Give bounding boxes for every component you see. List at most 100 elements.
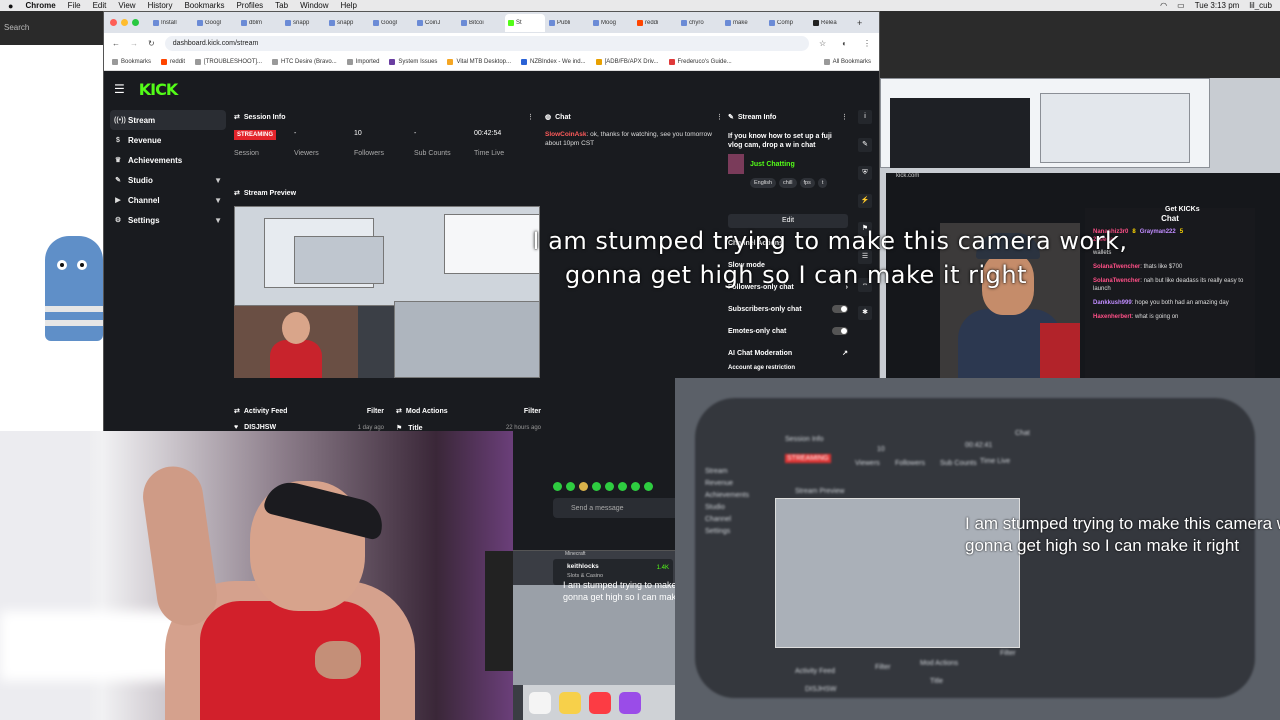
menubar-item-view[interactable]: View bbox=[118, 1, 135, 10]
battery-icon[interactable]: ▭ bbox=[1177, 1, 1185, 10]
emotes-only-toggle[interactable] bbox=[832, 327, 848, 335]
feed-row[interactable]: ♥ DISJHSW 1 day ago bbox=[234, 424, 384, 431]
kick-logo[interactable]: KICK bbox=[139, 80, 178, 99]
emote-icon[interactable] bbox=[592, 482, 601, 491]
chat-username: Haxenherbert bbox=[1093, 314, 1132, 320]
browser-tab[interactable]: Publi bbox=[549, 19, 589, 26]
filter-button[interactable]: Filter bbox=[524, 408, 541, 415]
forward-icon[interactable]: → bbox=[130, 39, 138, 48]
wrench-icon[interactable]: ✱ bbox=[858, 306, 872, 320]
tab-label: Publi bbox=[557, 19, 571, 26]
bookmark-item[interactable]: System Issues bbox=[389, 59, 437, 65]
chat-username[interactable]: SlowCoinAsk bbox=[545, 131, 587, 138]
all-bookmarks[interactable]: All Bookmarks bbox=[823, 59, 871, 65]
close-window-icon[interactable] bbox=[110, 19, 117, 26]
menubar-clock[interactable]: Tue 3:13 pm bbox=[1195, 1, 1240, 10]
browser-tab[interactable]: Googl bbox=[197, 19, 237, 26]
chevron-down-icon[interactable]: ▼ bbox=[214, 176, 222, 185]
browser-tab[interactable]: Moog bbox=[593, 19, 633, 26]
lightning-icon[interactable]: ⚡ bbox=[858, 194, 872, 208]
sidebar-item-studio[interactable]: ✎ Studio ▼ bbox=[110, 170, 226, 190]
desktop-search[interactable]: Search bbox=[0, 11, 103, 45]
menubar-item-history[interactable]: History bbox=[148, 1, 173, 10]
more-options-icon[interactable]: ⋮ bbox=[716, 113, 723, 121]
ai-moderation-row[interactable]: AI Chat Moderation ↗ bbox=[728, 342, 848, 364]
emote-icon[interactable] bbox=[631, 482, 640, 491]
menubar-item-bookmarks[interactable]: Bookmarks bbox=[184, 1, 224, 10]
menubar-item-file[interactable]: File bbox=[68, 1, 81, 10]
menubar-item-help[interactable]: Help bbox=[341, 1, 357, 10]
emote-icon[interactable] bbox=[553, 482, 562, 491]
bookmark-item[interactable]: Vital MTB Desktop... bbox=[447, 59, 511, 65]
menubar-app-name[interactable]: Chrome bbox=[25, 1, 55, 10]
menubar-user[interactable]: lil_cub bbox=[1249, 1, 1272, 10]
browser-tab[interactable]: Install bbox=[153, 19, 193, 26]
minimize-window-icon[interactable] bbox=[121, 19, 128, 26]
bookmark-item[interactable]: NZBIndex - We ind... bbox=[521, 59, 586, 65]
reload-icon[interactable]: ↻ bbox=[148, 39, 155, 48]
subscribers-only-toggle[interactable] bbox=[832, 305, 848, 313]
more-options-icon[interactable]: ⋮ bbox=[841, 113, 848, 121]
external-link-icon[interactable]: ↗ bbox=[842, 349, 848, 357]
sidebar-item-achievements[interactable]: ♛ Achievements bbox=[110, 150, 226, 170]
maximize-window-icon[interactable] bbox=[132, 19, 139, 26]
browser-tab[interactable]: snapp bbox=[329, 19, 369, 26]
emote-icon[interactable] bbox=[566, 482, 575, 491]
browser-tab[interactable]: Bitcoi bbox=[461, 19, 501, 26]
bookmark-item[interactable]: Bookmarks bbox=[112, 59, 151, 65]
bookmark-item[interactable]: reddit bbox=[161, 59, 185, 65]
category-name[interactable]: Just Chatting bbox=[750, 161, 795, 168]
apple-menu-icon[interactable]: ● bbox=[8, 1, 13, 11]
filter-button[interactable]: Filter bbox=[367, 408, 384, 415]
sidebar-item-stream[interactable]: ((•)) Stream bbox=[110, 110, 226, 130]
sidebar-item-channel[interactable]: ▶ Channel ▼ bbox=[110, 190, 226, 210]
menubar-item-edit[interactable]: Edit bbox=[93, 1, 107, 10]
chevron-down-icon[interactable]: ▼ bbox=[214, 216, 222, 225]
chevron-down-icon[interactable]: ▼ bbox=[214, 196, 222, 205]
wifi-icon[interactable]: ◠ bbox=[1160, 1, 1167, 10]
emote-icon[interactable] bbox=[644, 482, 653, 491]
browser-tab[interactable]: CoinJ bbox=[417, 19, 457, 26]
browser-tab[interactable]: Relea bbox=[813, 19, 853, 26]
url-field[interactable]: dashboard.kick.com/stream bbox=[164, 36, 809, 51]
notes-icon[interactable] bbox=[529, 691, 551, 714]
bookmark-star-icon[interactable]: ☆ bbox=[819, 39, 826, 48]
shield-icon[interactable]: ⛨ bbox=[858, 166, 872, 180]
new-tab-icon[interactable]: + bbox=[857, 18, 862, 28]
browser-tab[interactable]: chyro bbox=[681, 19, 721, 26]
info-icon[interactable]: i bbox=[858, 110, 872, 124]
browser-tab[interactable]: Googl bbox=[373, 19, 413, 26]
browser-tab[interactable]: make bbox=[725, 19, 765, 26]
menu-kebab-icon[interactable]: ⋮ bbox=[863, 39, 871, 48]
bookmark-item[interactable]: [TROUBLESHOOT]... bbox=[195, 59, 262, 65]
sidebar-item-revenue[interactable]: $ Revenue bbox=[110, 130, 226, 150]
menubar-item-window[interactable]: Window bbox=[300, 1, 328, 10]
podcasts-icon[interactable] bbox=[619, 691, 641, 714]
stickies-icon[interactable] bbox=[559, 691, 581, 714]
emote-icon[interactable] bbox=[579, 482, 588, 491]
bookmark-item[interactable]: [ADB/FB/APX Driv... bbox=[595, 59, 659, 65]
chat-message-input[interactable]: Send a message bbox=[553, 498, 683, 518]
browser-tab[interactable]: reddi bbox=[637, 19, 677, 26]
bookmark-item[interactable]: HTC Desire (Bravo... bbox=[272, 59, 337, 65]
bookmark-item[interactable]: Imported bbox=[346, 59, 379, 65]
tag-chips: English chill fps t bbox=[728, 178, 848, 188]
hamburger-menu-icon[interactable]: ☰ bbox=[114, 82, 125, 96]
get-kicks-button: Get KICKs bbox=[1165, 206, 1200, 213]
browser-tab-active[interactable]: St bbox=[505, 13, 545, 32]
menubar-item-tab[interactable]: Tab bbox=[275, 1, 288, 10]
browser-tab[interactable]: dblm bbox=[241, 19, 281, 26]
browser-tab[interactable]: Comp bbox=[769, 19, 809, 26]
bookmark-item[interactable]: Frederuco's Guide... bbox=[668, 59, 732, 65]
browser-tab[interactable]: snapp bbox=[285, 19, 325, 26]
pencil-icon[interactable]: ✎ bbox=[858, 138, 872, 152]
menubar-item-profiles[interactable]: Profiles bbox=[236, 1, 263, 10]
emote-icon[interactable] bbox=[605, 482, 614, 491]
account-age-row[interactable]: Account age restriction bbox=[728, 364, 848, 372]
emote-icon[interactable] bbox=[618, 482, 627, 491]
more-options-icon[interactable]: ⋮ bbox=[527, 113, 534, 121]
music-icon[interactable] bbox=[589, 691, 611, 714]
sidebar-item-settings[interactable]: ⚙ Settings ▼ bbox=[110, 210, 226, 230]
back-icon[interactable]: ← bbox=[112, 39, 120, 48]
profile-avatar[interactable]: ◐ bbox=[842, 39, 847, 48]
